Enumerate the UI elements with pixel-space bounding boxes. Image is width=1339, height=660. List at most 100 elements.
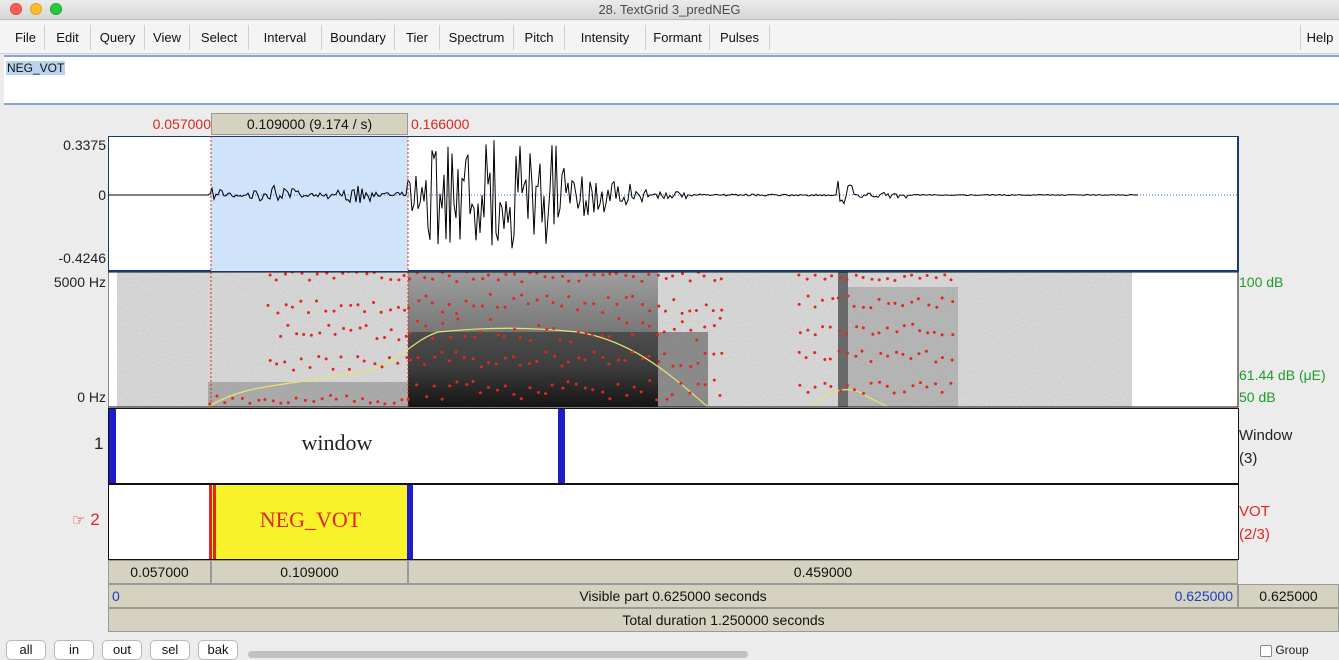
visible-total-right[interactable]: 0.625000 xyxy=(1238,584,1339,608)
formant-dot xyxy=(447,302,451,306)
formant-dot xyxy=(454,350,458,354)
formant-dot xyxy=(407,306,411,310)
formant-dot xyxy=(823,381,827,385)
tier-1-boundary-start[interactable] xyxy=(109,409,116,483)
menu-help[interactable]: Help xyxy=(1300,25,1339,50)
formant-dot xyxy=(561,386,565,390)
zoom-in-button[interactable]: in xyxy=(54,640,94,660)
tier-1-name: Window xyxy=(1239,427,1293,444)
zoom-all-button[interactable]: all xyxy=(6,640,46,660)
formant-dot xyxy=(402,274,406,278)
formant-dot xyxy=(886,354,890,358)
formant-dot xyxy=(639,390,643,394)
formant-dot xyxy=(845,351,849,355)
visible-part-bar[interactable]: 0 Visible part 0.625000 seconds 0.625000 xyxy=(108,584,1238,608)
formant-dot xyxy=(308,365,312,369)
zoom-sel-button[interactable]: sel xyxy=(150,640,190,660)
waveform-zero-label: 0 xyxy=(98,187,106,203)
menu-query[interactable]: Query xyxy=(91,25,145,50)
formant-dot xyxy=(389,328,393,332)
formant-dot xyxy=(909,356,913,360)
tier-2-interval-text[interactable]: NEG_VOT xyxy=(212,507,409,533)
tier-2-label[interactable]: VOT (2/3) xyxy=(1239,500,1270,546)
formant-dot xyxy=(518,363,522,367)
formant-dot xyxy=(712,378,716,382)
formant-dot xyxy=(345,394,349,398)
formant-dot xyxy=(641,321,645,325)
formant-dot xyxy=(447,359,451,363)
formant-dot xyxy=(535,359,539,363)
menu-boundary[interactable]: Boundary xyxy=(322,25,395,50)
formant-dot xyxy=(513,327,517,331)
zoom-out-button[interactable]: out xyxy=(102,640,142,660)
horizontal-scrollbar[interactable] xyxy=(248,651,748,658)
menu-formant[interactable]: Formant xyxy=(646,25,710,50)
formant-dot xyxy=(647,324,651,328)
formant-dot xyxy=(601,390,605,394)
formant-dot xyxy=(545,327,549,331)
visible-end: 0.625000 xyxy=(1174,588,1233,604)
zoom-back-button[interactable]: bak xyxy=(198,640,238,660)
waveform-panel[interactable] xyxy=(108,136,1239,272)
formant-dot xyxy=(349,328,353,332)
formant-dot xyxy=(711,309,715,313)
formant-dot xyxy=(308,278,312,282)
formant-dot xyxy=(932,330,936,334)
formant-dot xyxy=(496,333,500,337)
formant-dot xyxy=(424,294,428,298)
formant-dot xyxy=(396,361,400,365)
formant-dot xyxy=(268,358,272,362)
tier-1[interactable]: window xyxy=(108,408,1239,484)
formant-dot xyxy=(324,309,328,313)
interval-text-value[interactable]: NEG_VOT xyxy=(6,61,66,75)
menu-intensity[interactable]: Intensity xyxy=(565,25,646,50)
formant-dot xyxy=(463,334,467,338)
formant-dot xyxy=(545,294,549,298)
formant-dot xyxy=(566,380,570,384)
group-control[interactable]: Group xyxy=(1260,643,1309,657)
menu-pulses[interactable]: Pulses xyxy=(710,25,770,50)
formant-dot xyxy=(813,385,817,389)
formant-dot xyxy=(342,326,346,330)
duration-right[interactable]: 0.459000 xyxy=(408,560,1238,584)
formant-dot xyxy=(836,296,840,300)
tier-1-interval-text[interactable]: window xyxy=(116,430,558,456)
formant-dot xyxy=(560,364,564,368)
menu-tier[interactable]: Tier xyxy=(395,25,440,50)
duration-left[interactable]: 0.057000 xyxy=(108,560,211,584)
selection-duration[interactable]: 0.109000 (9.174 / s) xyxy=(211,113,408,135)
menu-select[interactable]: Select xyxy=(190,25,249,50)
formant-dot xyxy=(720,308,724,312)
menu-edit[interactable]: Edit xyxy=(45,25,91,50)
formant-dot xyxy=(662,330,666,334)
formant-dot xyxy=(312,400,316,404)
menu-file[interactable]: File xyxy=(7,25,45,50)
menu-pitch[interactable]: Pitch xyxy=(514,25,565,50)
duration-selection[interactable]: 0.109000 xyxy=(211,560,408,584)
formant-dot xyxy=(415,383,419,387)
tier-1-label[interactable]: Window (3) xyxy=(1239,424,1292,470)
tier-1-boundary[interactable] xyxy=(558,409,565,483)
interval-text-field[interactable]: NEG_VOT xyxy=(4,55,1339,105)
total-duration-bar[interactable]: Total duration 1.250000 seconds xyxy=(108,608,1339,632)
formant-dot xyxy=(696,361,700,365)
formant-dot xyxy=(902,390,906,394)
menu-interval[interactable]: Interval xyxy=(249,25,322,50)
menu-view[interactable]: View xyxy=(145,25,190,50)
formant-dot xyxy=(893,279,897,283)
formant-dot xyxy=(584,331,588,335)
formant-dot xyxy=(679,363,683,367)
spectrogram-bottom-freq: 0 Hz xyxy=(77,389,106,405)
formant-dot xyxy=(416,356,420,360)
tier-2[interactable]: NEG_VOT xyxy=(108,484,1239,560)
menu-spectrum[interactable]: Spectrum xyxy=(440,25,514,50)
formant-dot xyxy=(821,325,825,329)
group-checkbox[interactable] xyxy=(1260,644,1272,657)
formant-dot xyxy=(704,303,708,307)
formant-dot xyxy=(804,356,808,360)
formant-dot xyxy=(536,390,540,394)
spectrogram-panel[interactable] xyxy=(108,272,1239,408)
formant-dot xyxy=(877,297,881,301)
formant-dot xyxy=(583,301,587,305)
formant-dot xyxy=(617,317,621,321)
